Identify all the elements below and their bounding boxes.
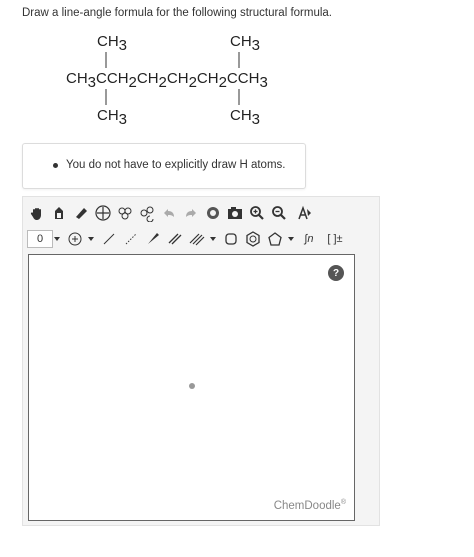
eraser-icon[interactable] [71, 203, 91, 223]
top-left-ch3: CH3 [97, 33, 127, 54]
chevron-down-icon[interactable] [209, 229, 217, 249]
single-bond-icon[interactable] [99, 229, 119, 249]
chemdoodle-editor: 0 ∫n [ ]± ? ChemDoodle® [22, 196, 380, 526]
hint-text: You do not have to explicitly draw H ato… [66, 159, 286, 171]
canvas-center-dot [189, 383, 195, 389]
redo-icon[interactable] [181, 203, 201, 223]
question-text: Draw a line-angle formula for the follow… [22, 7, 332, 19]
structural-formula: CH3 CH3 CH3CCH2CH2CH2CH2CCH3 CH3 CH3 [40, 26, 300, 136]
chevron-down-icon[interactable] [87, 229, 95, 249]
drawing-canvas[interactable]: ? ChemDoodle® [28, 254, 355, 521]
repeat-unit-icon[interactable]: ∫n [299, 229, 319, 249]
select-lasso-icon[interactable] [93, 203, 113, 223]
help-button[interactable]: ? [328, 265, 344, 281]
cyclopentane-icon[interactable] [265, 229, 285, 249]
top-right-ch3: CH3 [230, 33, 260, 54]
cleanup-icon[interactable] [203, 203, 223, 223]
chemdoodle-watermark: ChemDoodle® [273, 499, 346, 512]
main-chain: CH3CCH2CH2CH2CH2CCH3 [66, 70, 268, 91]
templates-icon[interactable] [225, 203, 245, 223]
hashed-bond-icon[interactable] [121, 229, 141, 249]
chevron-down-icon[interactable] [53, 229, 61, 249]
double-bond-icon[interactable] [165, 229, 185, 249]
bracket-icon[interactable]: [ ]± [321, 229, 349, 249]
zoom-out-icon[interactable] [269, 203, 289, 223]
bottom-left-ch3: CH3 [97, 107, 127, 128]
zoom-in-icon[interactable] [247, 203, 267, 223]
rotate-icon[interactable] [137, 203, 157, 223]
cyclopropane-icon[interactable] [221, 229, 241, 249]
benzene-icon[interactable] [243, 229, 263, 249]
chevron-down-icon[interactable] [287, 229, 295, 249]
toolbar-row-1 [27, 201, 321, 225]
clear-icon[interactable] [49, 203, 69, 223]
toolbar-row-2: 0 ∫n [ ]± [27, 227, 351, 251]
bottom-right-ch3: CH3 [230, 107, 260, 128]
bullet-icon [53, 163, 58, 168]
text-tool-icon[interactable] [291, 203, 319, 223]
flip-icon[interactable] [115, 203, 135, 223]
charge-select[interactable]: 0 [27, 230, 53, 248]
hint-box: You do not have to explicitly draw H ato… [22, 143, 306, 189]
undo-icon[interactable] [159, 203, 179, 223]
wedge-bond-icon[interactable] [143, 229, 163, 249]
pan-hand-icon[interactable] [27, 203, 47, 223]
charge-plus-icon[interactable] [65, 229, 85, 249]
triple-bond-icon[interactable] [187, 229, 207, 249]
